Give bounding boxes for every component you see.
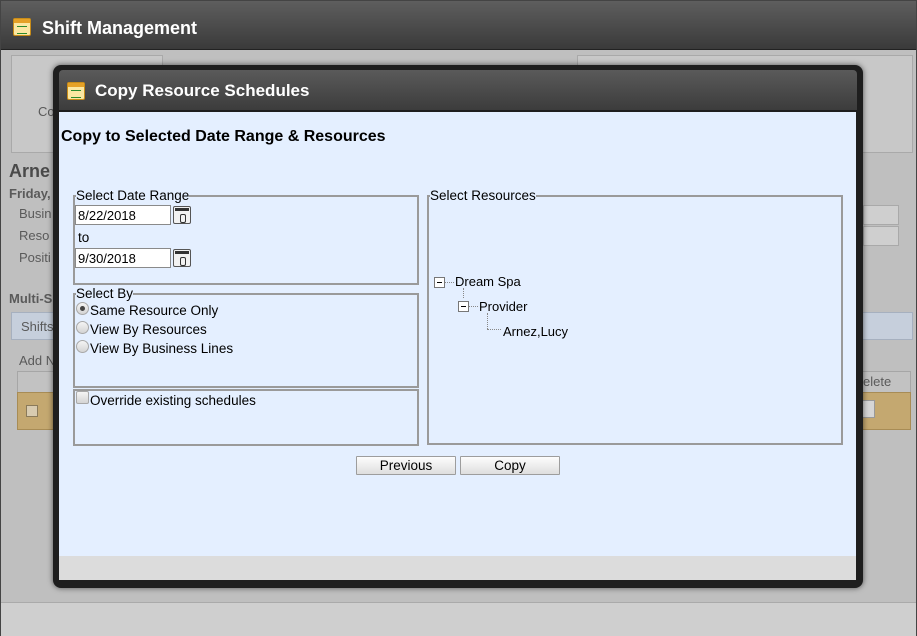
same-resource-radio[interactable] [76, 302, 89, 315]
to-label: to [78, 230, 90, 245]
collapse-icon[interactable] [434, 277, 445, 288]
background-tab: Shifts [21, 319, 54, 334]
end-date-input[interactable] [75, 248, 171, 268]
background-resource-name: Arne [9, 161, 51, 181]
calendar-icon[interactable] [173, 249, 191, 267]
dialog-heading: Copy to Selected Date Range & Resources [61, 128, 386, 145]
select-by-legend: Select By [76, 286, 134, 301]
copy-resource-schedules-dialog: Copy Resource Schedules Copy to Selected… [53, 65, 863, 588]
start-date-input[interactable] [75, 205, 171, 225]
resources-legend: Select Resources [430, 188, 536, 203]
tree-connector [487, 329, 501, 330]
view-by-business-lines-radio[interactable] [76, 340, 89, 353]
background-grid-header-delete: elete [863, 374, 892, 389]
notepad-icon [13, 18, 31, 36]
copy-button[interactable]: Copy [460, 456, 560, 475]
date-range-group: Select Date Range [73, 189, 419, 285]
tree-connector [463, 288, 464, 298]
notepad-icon [67, 82, 85, 100]
background-section: Multi-S [9, 291, 53, 306]
background-field [863, 226, 899, 246]
calendar-icon[interactable] [173, 206, 191, 224]
same-resource-label[interactable]: Same Resource Only [90, 303, 218, 318]
window-title: Shift Management [42, 18, 198, 38]
expand-icon [26, 405, 38, 417]
view-by-resources-radio[interactable] [76, 321, 89, 334]
tree-node-dream-spa[interactable]: Dream Spa [455, 274, 521, 289]
shift-management-titlebar: Shift Management [1, 1, 916, 50]
tree-connector [445, 282, 454, 283]
background-add-button: Add N [19, 353, 56, 368]
dialog-titlebar[interactable]: Copy Resource Schedules [59, 70, 857, 110]
background-field [863, 205, 899, 225]
background-bottom-bar [1, 602, 916, 636]
collapse-icon[interactable] [458, 301, 469, 312]
resources-group: Select Resources [427, 189, 843, 445]
tree-connector [487, 313, 488, 329]
background-date: Friday, [9, 186, 51, 201]
tree-node-arnez-lucy[interactable]: Arnez,Lucy [503, 324, 568, 339]
date-range-legend: Select Date Range [76, 188, 190, 203]
view-by-resources-label[interactable]: View By Resources [90, 322, 207, 337]
tree-node-provider[interactable]: Provider [479, 299, 527, 314]
override-checkbox[interactable] [76, 391, 89, 404]
dialog-footer [59, 556, 856, 580]
background-field-label: Positi [19, 250, 51, 265]
dialog-body: Copy to Selected Date Range & Resources … [59, 112, 856, 556]
tree-connector [469, 306, 478, 307]
view-by-business-lines-label[interactable]: View By Business Lines [90, 341, 233, 356]
background-field-label: Busin [19, 206, 52, 221]
override-label[interactable]: Override existing schedules [90, 393, 256, 408]
previous-button[interactable]: Previous [356, 456, 456, 475]
dialog-title: Copy Resource Schedules [95, 81, 310, 100]
background-field-label: Reso [19, 228, 50, 243]
